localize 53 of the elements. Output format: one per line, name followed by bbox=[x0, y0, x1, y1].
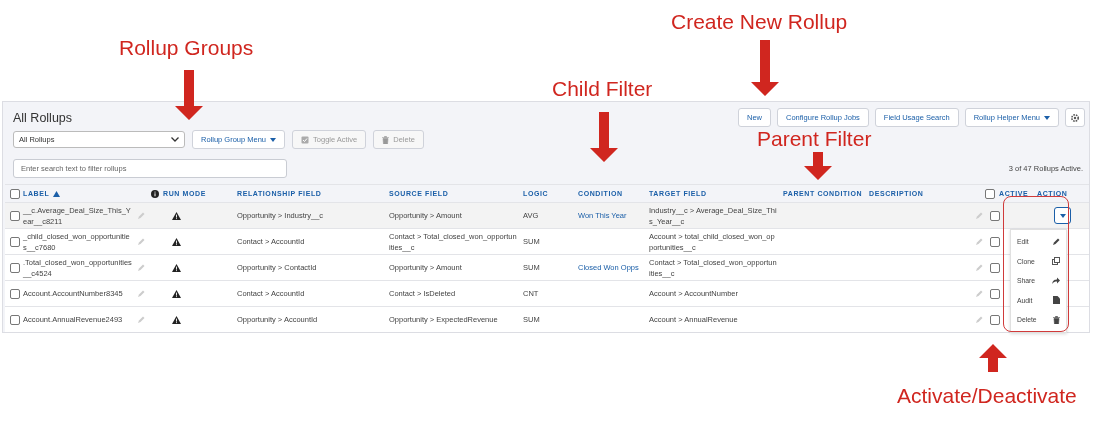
warning-icon bbox=[171, 237, 181, 246]
info-icon bbox=[151, 189, 159, 198]
checkbox[interactable] bbox=[990, 236, 1000, 247]
settings-button[interactable] bbox=[1065, 108, 1085, 127]
warning-icon bbox=[171, 315, 181, 324]
annotation-label: Parent Filter bbox=[757, 127, 872, 151]
pencil-icon bbox=[975, 289, 983, 298]
annotation-label: Activate/Deactivate bbox=[897, 384, 1077, 408]
checkbox[interactable] bbox=[10, 262, 20, 273]
sort-ascending-icon bbox=[53, 190, 61, 197]
pencil-icon bbox=[137, 289, 145, 298]
checkbox[interactable] bbox=[10, 236, 20, 247]
caret-icon bbox=[1044, 115, 1050, 120]
checkbox[interactable] bbox=[10, 314, 20, 325]
checkbox[interactable] bbox=[10, 210, 20, 221]
checkbox[interactable] bbox=[985, 188, 995, 199]
pencil-icon bbox=[975, 315, 983, 324]
document-icon bbox=[1053, 296, 1060, 305]
arrow bbox=[590, 112, 618, 162]
chevron-down-icon bbox=[171, 137, 179, 142]
annotation-label: Create New Rollup bbox=[671, 10, 848, 34]
page-title: All Rollups bbox=[13, 110, 73, 125]
pencil-icon bbox=[137, 237, 145, 246]
warning-icon bbox=[171, 289, 181, 298]
trash-icon bbox=[1053, 315, 1060, 324]
pencil-icon bbox=[137, 211, 145, 220]
caret-icon bbox=[1059, 213, 1066, 218]
pencil-icon bbox=[1052, 237, 1060, 246]
pencil-icon bbox=[975, 263, 983, 272]
pencil-icon bbox=[975, 211, 983, 220]
annotation-label: Rollup Groups bbox=[119, 36, 254, 60]
trash-icon bbox=[382, 135, 390, 144]
pencil-icon bbox=[137, 315, 145, 324]
share-arrow-icon bbox=[1052, 277, 1060, 285]
warning-icon bbox=[171, 263, 181, 272]
checkbox[interactable] bbox=[990, 288, 1000, 299]
caret-icon bbox=[270, 137, 277, 142]
arrow bbox=[804, 152, 832, 180]
copy-icon bbox=[1052, 257, 1060, 266]
arrow bbox=[979, 344, 1007, 372]
checkbox-icon bbox=[301, 135, 310, 144]
arrow bbox=[175, 70, 203, 120]
arrow bbox=[751, 40, 779, 96]
checkbox[interactable] bbox=[990, 314, 1000, 325]
checkbox[interactable] bbox=[990, 262, 1000, 273]
settings-icon bbox=[1070, 112, 1080, 123]
checkbox[interactable] bbox=[10, 288, 20, 299]
annotation-label: Child Filter bbox=[552, 77, 653, 101]
checkbox[interactable] bbox=[10, 188, 20, 199]
pencil-icon bbox=[975, 237, 983, 246]
checkbox[interactable] bbox=[990, 210, 1000, 221]
pencil-icon bbox=[137, 263, 145, 272]
warning-icon bbox=[171, 211, 181, 220]
